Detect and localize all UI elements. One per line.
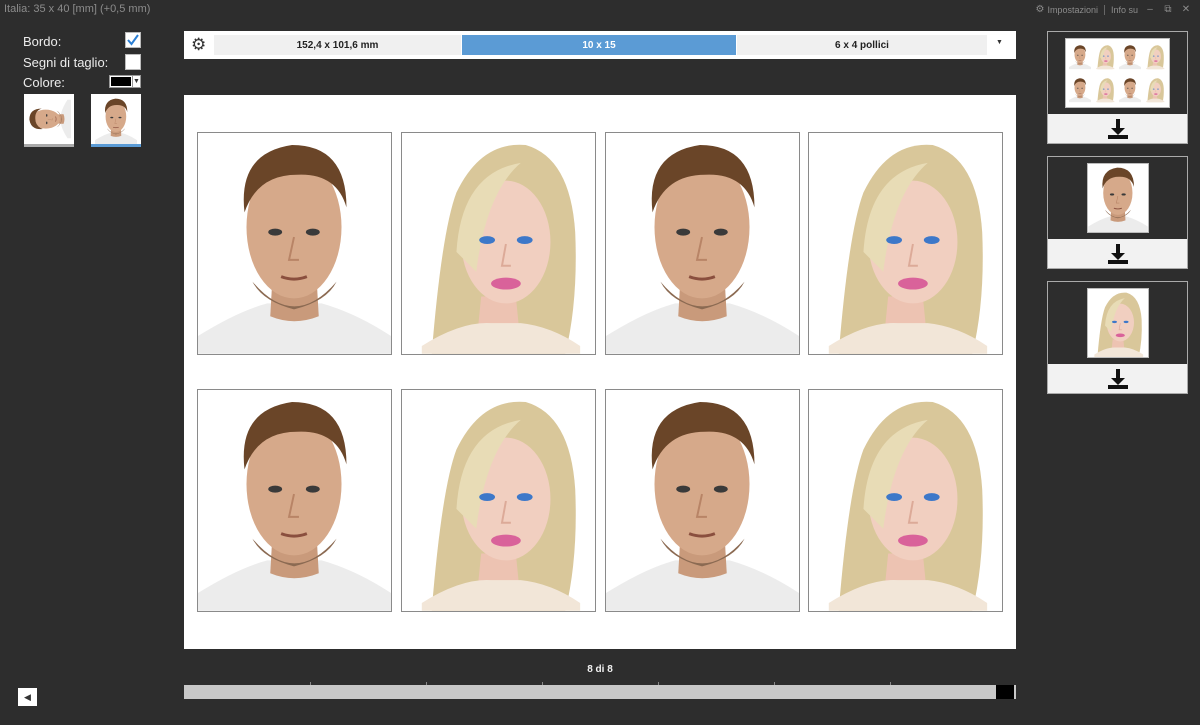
portrait-image bbox=[402, 390, 595, 611]
source-thumbnail-selected[interactable] bbox=[91, 94, 141, 147]
portrait-thumbnail bbox=[94, 96, 138, 144]
back-button[interactable]: ◀ bbox=[18, 688, 37, 706]
sheet-preview-image bbox=[1069, 43, 1166, 103]
sheet-photo-woman[interactable] bbox=[808, 389, 1003, 612]
export-panel-sheet bbox=[1047, 31, 1188, 144]
color-label: Colore: bbox=[23, 75, 65, 90]
portrait-image bbox=[809, 390, 1002, 611]
portrait-image bbox=[606, 133, 799, 354]
download-man-button[interactable] bbox=[1048, 239, 1187, 268]
print-size-bar: ⚙ 152,4 x 101,6 mm 10 x 15 6 x 4 pollici… bbox=[184, 31, 1016, 59]
size-option-mm[interactable]: 152,4 x 101,6 mm bbox=[214, 35, 461, 55]
window-controls: ⚙ Impostazioni Info su – ⧉ ✕ bbox=[1035, 4, 1192, 15]
arrow-left-icon: ◀ bbox=[24, 692, 31, 702]
portrait-image bbox=[402, 133, 595, 354]
sheet-photo-man[interactable] bbox=[197, 389, 392, 612]
portrait-thumbnail bbox=[27, 99, 71, 139]
download-icon bbox=[1106, 117, 1130, 141]
sheet-photo-woman[interactable] bbox=[401, 132, 596, 355]
color-picker[interactable]: ▼ bbox=[109, 75, 141, 88]
scroll-tick bbox=[890, 682, 891, 685]
color-swatch bbox=[111, 77, 131, 86]
info-link[interactable]: Info su bbox=[1111, 5, 1138, 15]
divider bbox=[1103, 4, 1105, 15]
woman-preview-image bbox=[1088, 289, 1148, 357]
border-checkbox[interactable] bbox=[125, 32, 141, 48]
print-sheet bbox=[184, 95, 1016, 649]
scroll-tick bbox=[658, 682, 659, 685]
source-thumbnail-rotated[interactable] bbox=[24, 94, 74, 147]
portrait-image bbox=[198, 390, 391, 611]
page-indicator: 8 di 8 bbox=[587, 664, 613, 675]
sheet-photo-man[interactable] bbox=[197, 132, 392, 355]
export-panel-man bbox=[1047, 156, 1188, 269]
download-icon bbox=[1106, 242, 1130, 266]
size-dropdown-arrow-icon[interactable]: ▼ bbox=[996, 39, 1003, 46]
size-option-10x15[interactable]: 10 x 15 bbox=[462, 35, 736, 55]
sheet-photo-man[interactable] bbox=[605, 132, 800, 355]
close-button[interactable]: ✕ bbox=[1180, 4, 1192, 15]
settings-label: Impostazioni bbox=[1047, 4, 1098, 15]
checkmark-icon bbox=[127, 34, 139, 46]
sheet-photo-man[interactable] bbox=[605, 389, 800, 612]
gear-icon: ⚙ bbox=[1035, 4, 1045, 15]
window-title: Italia: 35 x 40 [mm] (+0,5 mm) bbox=[4, 3, 151, 15]
scroll-tick bbox=[310, 682, 311, 685]
woman-preview bbox=[1087, 288, 1149, 358]
export-panel-woman bbox=[1047, 281, 1188, 394]
portrait-image bbox=[606, 390, 799, 611]
chevron-down-icon: ▼ bbox=[132, 76, 140, 87]
size-option-inches[interactable]: 6 x 4 pollici bbox=[737, 35, 987, 55]
man-preview bbox=[1087, 163, 1149, 233]
restore-button[interactable]: ⧉ bbox=[1162, 4, 1174, 15]
portrait-image bbox=[198, 133, 391, 354]
man-preview-image bbox=[1088, 164, 1148, 232]
sheet-photo-woman[interactable] bbox=[808, 132, 1003, 355]
scroll-thumb[interactable] bbox=[996, 685, 1014, 699]
minimize-button[interactable]: – bbox=[1144, 4, 1156, 15]
cut-marks-label: Segni di taglio: bbox=[23, 55, 109, 70]
cut-marks-checkbox[interactable] bbox=[125, 54, 141, 70]
download-woman-button[interactable] bbox=[1048, 364, 1187, 393]
scroll-tick bbox=[426, 682, 427, 685]
scroll-tick bbox=[774, 682, 775, 685]
size-settings-gear-icon[interactable]: ⚙ bbox=[191, 35, 206, 55]
download-icon bbox=[1106, 367, 1130, 391]
download-sheet-button[interactable] bbox=[1048, 114, 1187, 143]
border-label: Bordo: bbox=[23, 34, 62, 49]
scroll-tick bbox=[542, 682, 543, 685]
portrait-image bbox=[809, 133, 1002, 354]
sheet-photo-woman[interactable] bbox=[401, 389, 596, 612]
page-scrollbar[interactable] bbox=[184, 682, 1016, 699]
settings-link[interactable]: ⚙ Impostazioni bbox=[1035, 4, 1098, 15]
sheet-preview bbox=[1065, 38, 1170, 108]
